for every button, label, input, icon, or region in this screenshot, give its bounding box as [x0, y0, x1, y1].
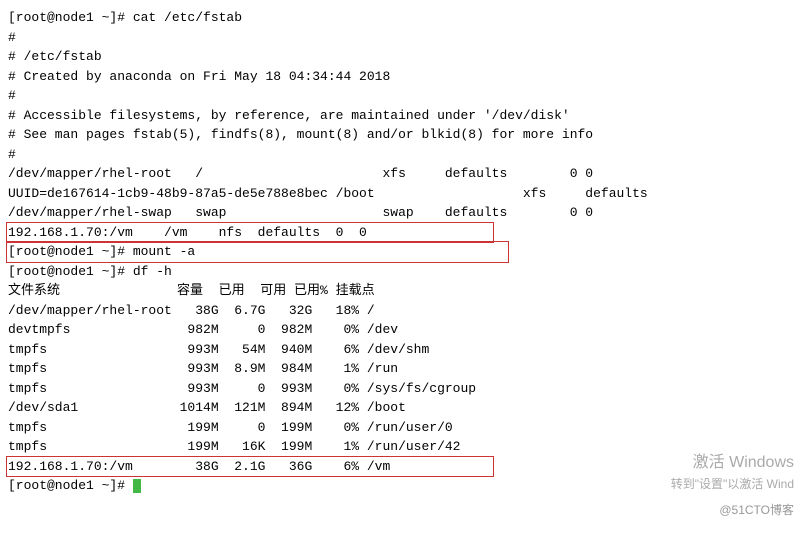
df-row: tmpfs 993M 54M 940M 6% /dev/shm — [8, 340, 792, 360]
watermark-blog: @51CTO博客 — [719, 501, 794, 519]
df-row: devtmpfs 982M 0 982M 0% /dev — [8, 320, 792, 340]
terminal-line: [root@node1 ~]# cat /etc/fstab — [8, 8, 792, 28]
df-row: tmpfs 993M 0 993M 0% /sys/fs/cgroup — [8, 379, 792, 399]
df-row: tmpfs 199M 16K 199M 1% /run/user/42 — [8, 437, 792, 457]
terminal-line: # — [8, 145, 792, 165]
terminal-line: # Accessible filesystems, by reference, … — [8, 106, 792, 126]
df-row: /dev/sda1 1014M 121M 894M 12% /boot — [8, 398, 792, 418]
fstab-nfs-entry: 192.168.1.70:/vm /vm nfs defaults 0 0 — [6, 222, 494, 244]
df-row: tmpfs 993M 8.9M 984M 1% /run — [8, 359, 792, 379]
terminal-line: /dev/mapper/rhel-swap swap swap defaults… — [8, 203, 792, 223]
watermark-windows-sub: 转到"设置"以激活 Wind — [671, 475, 794, 493]
terminal-line: [root@node1 ~]# df -h — [8, 262, 792, 282]
mount-command: [root@node1 ~]# mount -a — [6, 241, 509, 263]
terminal-line: # /etc/fstab — [8, 47, 792, 67]
terminal-line: /dev/mapper/rhel-root / xfs defaults 0 0 — [8, 164, 792, 184]
df-row: /dev/mapper/rhel-root 38G 6.7G 32G 18% / — [8, 301, 792, 321]
terminal-line: UUID=de167614-1cb9-48b9-87a5-de5e788e8be… — [8, 184, 792, 204]
terminal-line: # — [8, 28, 792, 48]
terminal-line: # See man pages fstab(5), findfs(8), mou… — [8, 125, 792, 145]
df-nfs-mount-row: 192.168.1.70:/vm 38G 2.1G 36G 6% /vm — [6, 456, 494, 478]
cursor-icon — [133, 479, 141, 493]
df-header: 文件系统 容量 已用 可用 已用% 挂载点 — [8, 281, 792, 301]
watermark-windows: 激活 Windows — [693, 451, 794, 475]
terminal-line: # Created by anaconda on Fri May 18 04:3… — [8, 67, 792, 87]
terminal-line: # — [8, 86, 792, 106]
df-row: tmpfs 199M 0 199M 0% /run/user/0 — [8, 418, 792, 438]
